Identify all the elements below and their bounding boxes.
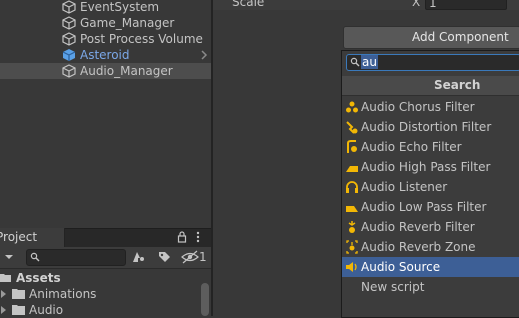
tab-project-label: Project [0,230,38,244]
chevron-right-icon[interactable] [0,289,8,299]
headphones-icon [346,181,358,193]
project-tree: Assets Animations Audio [0,269,211,317]
scale-label: Scale [232,0,265,9]
component-item-audio-source[interactable]: Audio Source [342,257,519,277]
component-item-audio-low-pass-filter[interactable]: Audio Low Pass Filter [342,197,519,217]
gameobject-cube-icon [62,0,76,14]
chevron-right-icon[interactable] [199,49,209,61]
hierarchy-item-label: Audio_Manager [80,64,173,78]
component-item-label: Audio Low Pass Filter [361,200,487,214]
component-item-audio-chorus-filter[interactable]: Audio Chorus Filter [342,97,519,117]
project-search-input[interactable] [26,249,126,266]
hidden-packages-icon[interactable] [181,250,199,264]
component-item-label: New script [361,280,425,294]
lock-icon[interactable] [177,231,187,243]
component-item-audio-reverb-filter[interactable]: Audio Reverb Filter [342,217,519,237]
component-item-new-script[interactable]: New script [342,277,519,297]
component-item-label: Audio Chorus Filter [361,100,475,114]
hierarchy-item-eventsystem[interactable]: EventSystem [0,0,211,15]
audio-high-pass-filter-icon [346,166,358,172]
gameobject-cube-icon [62,16,76,30]
hierarchy-panel: EventSystem Game_Manager Post Process Vo… [0,0,211,228]
component-item-label: Audio High Pass Filter [361,160,491,174]
hierarchy-item-label: Asteroid [80,48,130,62]
component-search-input[interactable]: au [346,54,519,71]
hierarchy-item-audio-manager[interactable]: Audio_Manager [0,63,211,79]
scale-x-value: 1 [429,0,437,10]
hierarchy-item-game-manager[interactable]: Game_Manager [0,15,211,31]
project-item-label: Audio [29,303,64,317]
component-item-label: Audio Listener [361,180,448,194]
hierarchy-item-label: EventSystem [80,0,160,14]
folder-icon [12,289,25,299]
component-item-audio-echo-filter[interactable]: Audio Echo Filter [342,137,519,157]
component-item-audio-distortion-filter[interactable]: Audio Distortion Filter [342,117,519,137]
component-item-label: Audio Reverb Filter [361,220,475,234]
tag-icon[interactable] [157,250,171,264]
hierarchy-item-label: Game_Manager [80,16,175,30]
component-item-audio-high-pass-filter[interactable]: Audio High Pass Filter [342,157,519,177]
gameobject-cube-icon [62,64,76,78]
component-item-audio-listener[interactable]: Audio Listener [342,177,519,197]
add-component-button[interactable]: Add Component [343,26,519,49]
folder-icon [12,305,25,315]
search-icon [350,57,360,67]
component-search-value: au [361,55,378,69]
component-item-label: Audio Distortion Filter [361,120,492,134]
audio-reverb-filter-icon [348,221,356,233]
speaker-icon [346,262,357,272]
audio-echo-filter-icon [347,140,357,153]
folder-open-icon [0,274,11,282]
project-item-label: Animations [29,287,97,301]
kebab-menu-icon[interactable] [195,231,201,243]
hierarchy-item-label: Post Process Volume [80,32,203,46]
audio-distortion-filter-icon [346,121,358,134]
audio-low-pass-filter-icon [346,206,358,212]
filter-by-type-icon[interactable] [131,250,145,264]
component-item-label: Audio Echo Filter [361,140,462,154]
project-item-animations[interactable]: Animations [0,286,200,302]
project-item-label: Assets [16,271,61,285]
chevron-right-icon[interactable] [0,305,8,315]
add-component-label: Add Component [412,30,509,44]
chevron-down-icon[interactable] [4,253,14,261]
project-item-assets[interactable]: Assets [0,270,200,286]
hidden-count: 1 [199,250,207,264]
search-results-header: Search [342,76,519,96]
scale-x-label: X [412,0,421,9]
component-item-label: Audio Reverb Zone [361,240,476,254]
component-item-audio-reverb-zone[interactable]: Audio Reverb Zone [342,237,519,257]
prefab-cube-icon [62,49,76,61]
tab-project[interactable]: Project [0,228,65,247]
panel-divider[interactable] [211,0,213,316]
hierarchy-item-post-process-volume[interactable]: Post Process Volume [0,31,211,47]
scale-x-field[interactable]: 1 [425,0,507,10]
search-icon [30,252,40,262]
hierarchy-item-asteroid[interactable]: Asteroid [0,47,211,63]
search-header-label: Search [434,78,481,92]
project-scrollbar[interactable] [201,283,209,316]
gameobject-cube-icon [62,32,76,46]
audio-reverb-zone-icon [346,240,358,254]
audio-chorus-filter-icon [346,101,358,113]
component-item-label: Audio Source [361,260,441,274]
